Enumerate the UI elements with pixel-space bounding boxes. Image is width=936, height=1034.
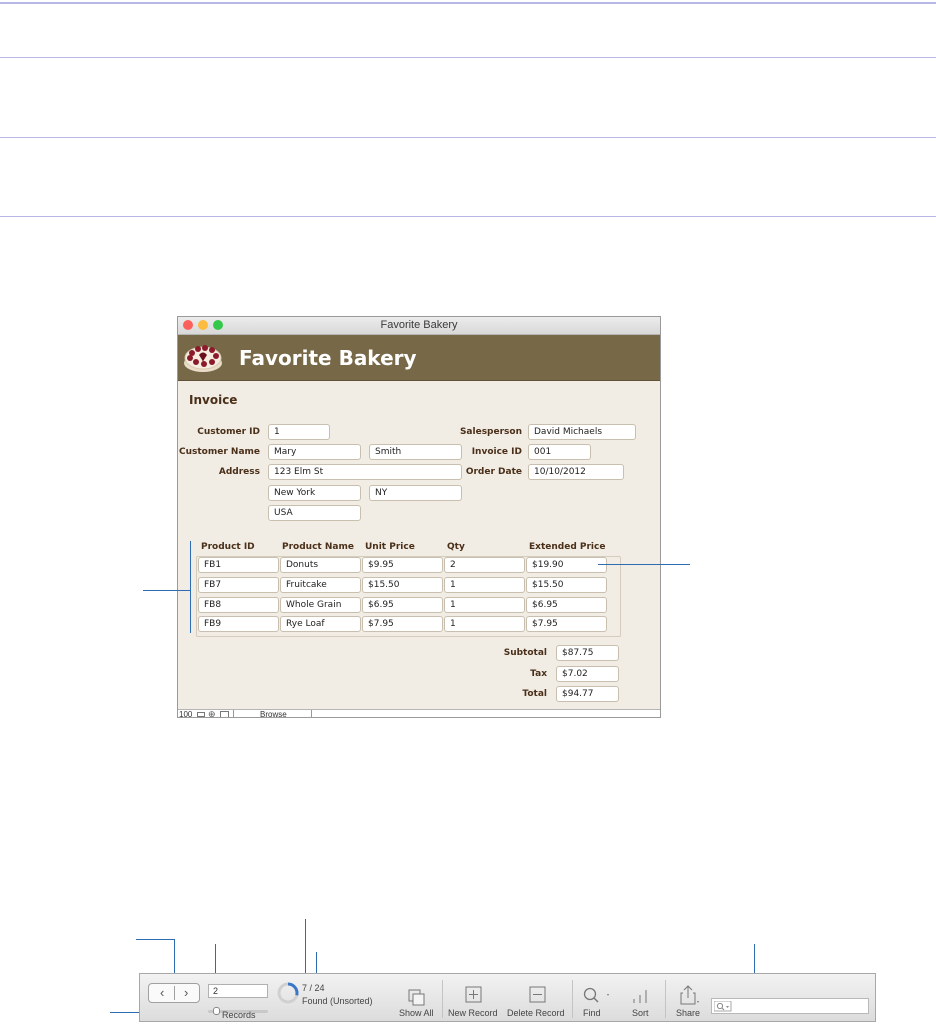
filemaker-window: Favorite Bakery Favorite Bakery Invoice …	[177, 316, 661, 718]
row3-product-name[interactable]: Whole Grain	[280, 597, 361, 613]
order-date-field[interactable]: 10/10/2012	[528, 464, 624, 480]
street-field[interactable]: 123 Elm St	[268, 464, 462, 480]
show-all-icon[interactable]	[408, 989, 426, 1007]
section-title: Invoice	[189, 393, 238, 407]
callout-portal-line	[143, 590, 190, 591]
state-field[interactable]: NY	[369, 485, 462, 501]
salesperson-label: Salesperson	[459, 427, 522, 437]
find-icon[interactable]	[583, 987, 611, 1005]
row3-extended-price[interactable]: $6.95	[526, 597, 607, 613]
layout-header-banner: Favorite Bakery	[178, 335, 660, 381]
row2-product-id[interactable]: FB7	[198, 577, 279, 593]
row1-unit-price[interactable]: $9.95	[362, 557, 443, 573]
customer-name-label: Customer Name	[179, 447, 260, 457]
window-titlebar[interactable]: Favorite Bakery	[178, 317, 660, 335]
toggle-toolbar-icon[interactable]	[220, 711, 229, 717]
status-divider	[233, 710, 234, 717]
total-field[interactable]: $94.77	[556, 686, 619, 702]
invoice-id-label: Invoice ID	[471, 447, 522, 457]
next-record-icon[interactable]: ›	[184, 985, 188, 1000]
toolbar-separator-3	[665, 980, 666, 1018]
show-all-button[interactable]: Show All	[399, 1008, 434, 1018]
header-qty: Qty	[447, 542, 465, 552]
row2-product-name[interactable]: Fruitcake	[280, 577, 361, 593]
banner-title: Favorite Bakery	[239, 346, 417, 370]
city-field[interactable]: New York	[268, 485, 361, 501]
subtotal-field[interactable]: $87.75	[556, 645, 619, 661]
zoom-level[interactable]: 100	[179, 710, 192, 717]
status-divider-2	[311, 710, 312, 717]
search-icon	[714, 1001, 732, 1012]
row1-extended-price[interactable]: $19.90	[526, 557, 607, 573]
header-product-name: Product Name	[282, 542, 354, 552]
found-count: 7 / 24	[302, 983, 325, 993]
toolbar-separator	[442, 980, 443, 1018]
new-record-icon[interactable]	[465, 986, 483, 1004]
invoice-id-field[interactable]: 001	[528, 444, 591, 460]
row2-qty[interactable]: 1	[444, 577, 525, 593]
quick-find-search-input[interactable]	[711, 998, 869, 1014]
row4-unit-price[interactable]: $7.95	[362, 616, 443, 632]
nav-divider	[174, 986, 175, 1000]
first-name-field[interactable]: Mary	[268, 444, 361, 460]
rule-2	[0, 57, 936, 58]
cake-logo-icon	[184, 345, 222, 372]
window-title: Favorite Bakery	[380, 319, 458, 331]
sort-icon[interactable]	[630, 987, 650, 1005]
tax-label: Tax	[530, 669, 547, 679]
zoom-out-icon[interactable]	[197, 712, 205, 717]
row3-product-id[interactable]: FB8	[198, 597, 279, 613]
mode-label[interactable]: Browse	[260, 710, 287, 717]
total-label: Total	[522, 689, 547, 699]
row1-qty[interactable]: 2	[444, 557, 525, 573]
row2-unit-price[interactable]: $15.50	[362, 577, 443, 593]
callout-nav-h	[136, 939, 174, 940]
share-icon[interactable]	[678, 984, 702, 1006]
header-product-id: Product ID	[201, 542, 255, 552]
new-record-button[interactable]: New Record	[448, 1008, 498, 1018]
share-button[interactable]: Share	[676, 1008, 700, 1018]
tax-field[interactable]: $7.02	[556, 666, 619, 682]
row4-qty[interactable]: 1	[444, 616, 525, 632]
header-unit-price: Unit Price	[365, 542, 415, 552]
rule-4	[0, 216, 936, 217]
row4-product-id[interactable]: FB9	[198, 616, 279, 632]
header-extended-price: Extended Price	[529, 542, 606, 552]
address-label: Address	[218, 467, 260, 477]
row2-extended-price[interactable]: $15.50	[526, 577, 607, 593]
row4-extended-price[interactable]: $7.95	[526, 616, 607, 632]
delete-record-icon[interactable]	[529, 986, 547, 1004]
callout-portal-bracket	[190, 541, 191, 633]
row3-qty[interactable]: 1	[444, 597, 525, 613]
row1-product-id[interactable]: FB1	[198, 557, 279, 573]
row4-product-name[interactable]: Rye Loaf	[280, 616, 361, 632]
rule-3	[0, 137, 936, 138]
row3-unit-price[interactable]: $6.95	[362, 597, 443, 613]
toolbar-separator-2	[572, 980, 573, 1018]
customer-id-field[interactable]: 1	[268, 424, 330, 440]
found-status[interactable]: Found (Unsorted)	[302, 996, 373, 1006]
slider-knob[interactable]	[213, 1007, 220, 1015]
row1-product-name[interactable]: Donuts	[280, 557, 361, 573]
status-toolbar: ‹ › 2 Records 7 / 24 Found (Unsorted) Sh…	[139, 973, 876, 1022]
delete-record-button[interactable]: Delete Record	[507, 1008, 565, 1018]
customer-id-label: Customer ID	[197, 427, 260, 437]
sort-button[interactable]: Sort	[632, 1008, 649, 1018]
salesperson-field[interactable]: David Michaels	[528, 424, 636, 440]
find-button[interactable]: Find	[583, 1008, 601, 1018]
last-name-field[interactable]: Smith	[369, 444, 462, 460]
subtotal-label: Subtotal	[503, 648, 547, 658]
callout-field-line	[598, 564, 690, 565]
window-status-bar: 100 ⊕ Browse	[178, 709, 660, 717]
country-field[interactable]: USA	[268, 505, 361, 521]
top-rule	[0, 2, 936, 4]
previous-record-icon[interactable]: ‹	[160, 985, 164, 1000]
zoom-in-icon[interactable]: ⊕	[208, 709, 216, 717]
record-nav-buttons: ‹ ›	[148, 983, 200, 1003]
current-record-field[interactable]: 2	[208, 984, 268, 998]
order-date-label: Order Date	[465, 467, 522, 477]
found-pie-chart-icon	[277, 982, 299, 1004]
records-label: Records	[222, 1010, 256, 1020]
